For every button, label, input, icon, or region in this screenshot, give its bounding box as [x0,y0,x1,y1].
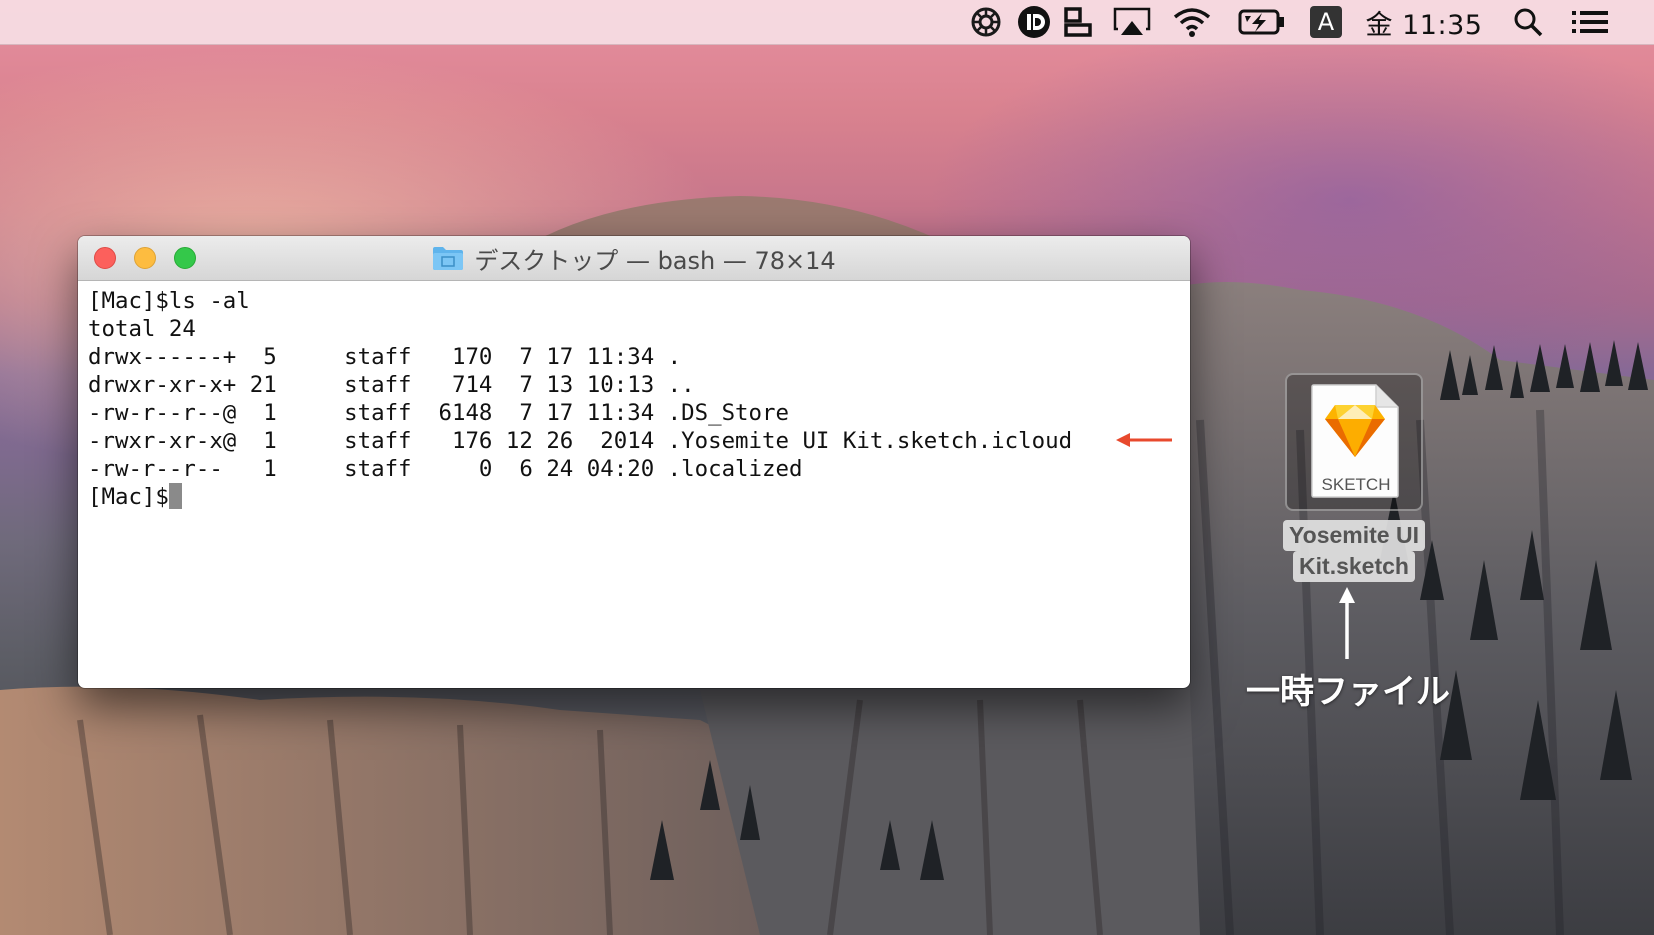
file-name-line: Yosemite UI [1283,520,1425,551]
desktop-file-icon[interactable]: SKETCH [1285,373,1423,511]
annotation-arrow-left-icon [1116,433,1172,447]
menu-bar: A 金 11:35 [0,0,1654,45]
terminal-line: -rwxr-xr-x@ 1 staff 176 12 26 2014 .Yose… [88,428,1073,454]
terminal-line: drwxr-xr-x+ 21 staff 714 7 13 10:13 .. [88,372,695,398]
desktop: A 金 11:35 デスクトップ — bash — 78×14 [Mac]$ls… [0,0,1654,935]
desktop-file-name[interactable]: Yosemite UI Kit.sketch [1276,520,1432,582]
terminal-line: [Mac]$ls -al [88,288,250,314]
wifi-icon[interactable] [1170,0,1214,44]
airplay-icon[interactable] [1110,0,1154,44]
terminal-line: -rw-r--r-- 1 staff 0 6 24 04:20 .localiz… [88,456,803,482]
window-title-group: デスクトップ — bash — 78×14 [78,236,1190,280]
window-tidy-icon[interactable] [1060,0,1096,44]
file-name-line: Kit.sketch [1293,551,1415,582]
clock-text: 金 11:35 [1365,9,1483,41]
notification-center-icon[interactable] [1568,0,1612,44]
terminal-prompt-line: [Mac]$ [88,483,1190,511]
gear-wheel-icon[interactable] [966,0,1006,44]
terminal-line: drwx------+ 5 staff 170 7 17 11:34 . [88,344,682,370]
menubar-clock[interactable]: 金 11:35 [1364,0,1484,44]
annotation-arrow-up-icon [1339,587,1355,659]
terminal-window[interactable]: デスクトップ — bash — 78×14 [Mac]$ls -al total… [78,236,1190,688]
annotation-label: 一時ファイル [1246,672,1450,712]
terminal-content[interactable]: [Mac]$ls -al total 24 drwx------+ 5 staf… [78,281,1190,511]
title-bar[interactable]: デスクトップ — bash — 78×14 [78,236,1190,281]
input-method-icon[interactable]: A [1308,0,1344,44]
file-type-badge: SKETCH [1321,475,1391,494]
terminal-prompt: [Mac]$ [88,484,169,510]
istat-icon[interactable] [1014,0,1054,44]
terminal-line: total 24 [88,316,196,342]
battery-charging-icon[interactable] [1236,0,1288,44]
terminal-line: -rw-r--r--@ 1 staff 6148 7 17 11:34 .DS_… [88,400,789,426]
window-title: デスクトップ — bash — 78×14 [474,246,836,275]
input-method-label: A [1310,6,1342,38]
spotlight-icon[interactable] [1508,0,1548,44]
text-cursor [168,483,182,509]
folder-icon [433,247,464,270]
